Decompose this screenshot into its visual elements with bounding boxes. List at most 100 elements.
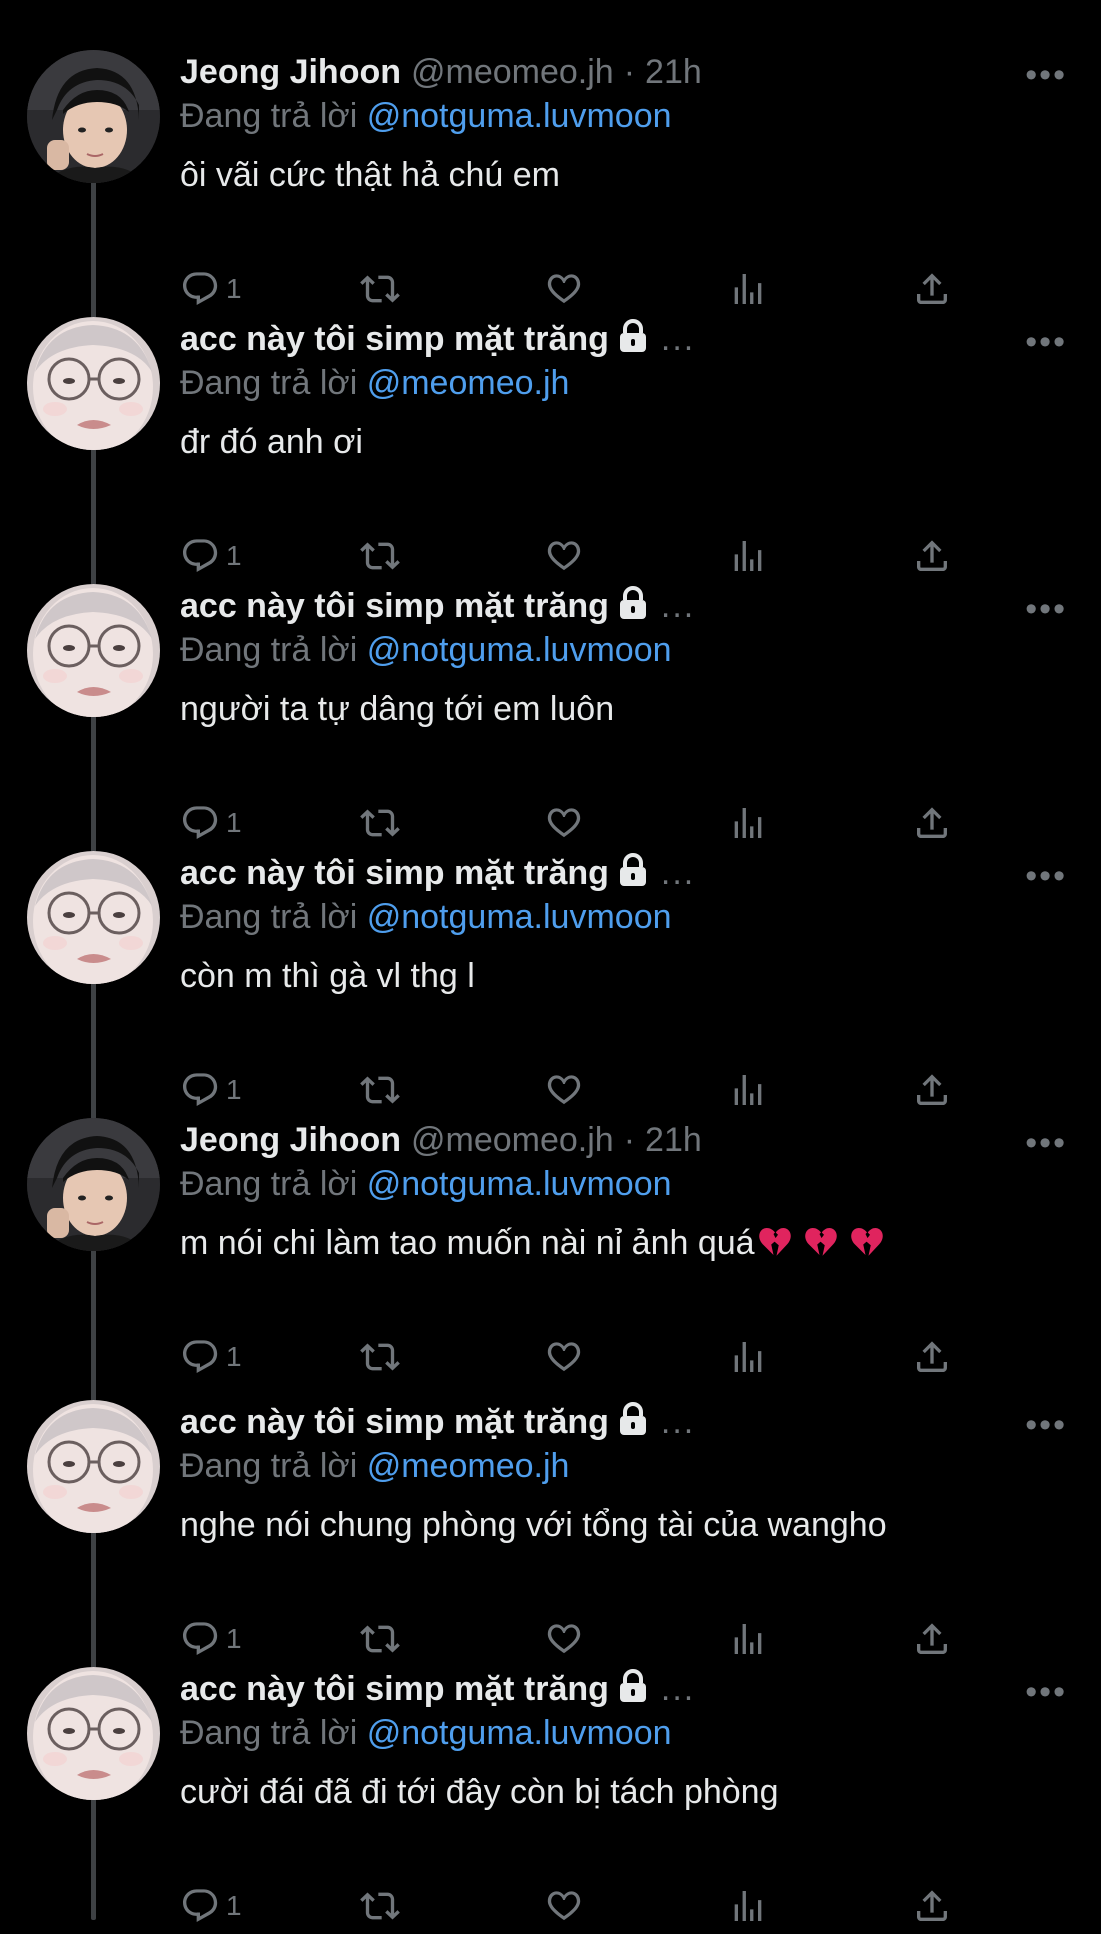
retweet-button[interactable] (360, 265, 400, 313)
like-button[interactable] (544, 1333, 584, 1381)
reply-icon (180, 1619, 220, 1659)
views-button[interactable] (728, 1882, 768, 1930)
share-icon (912, 803, 952, 843)
more-options-icon[interactable]: ••• (1025, 1675, 1067, 1709)
separator-dot: · (623, 53, 636, 91)
reply-to-handle[interactable]: @notguma.luvmoon (367, 898, 672, 936)
share-button[interactable] (912, 532, 952, 580)
display-name[interactable]: acc này tôi simp mặt trăng (180, 1403, 609, 1441)
share-button[interactable] (912, 1066, 952, 1114)
views-button[interactable] (728, 1333, 768, 1381)
retweet-button[interactable] (360, 1333, 400, 1381)
more-options-icon[interactable]: ••• (1025, 859, 1067, 893)
heart-icon (544, 536, 584, 576)
display-name[interactable]: Jeong Jihoon (180, 53, 401, 91)
share-button[interactable] (912, 1333, 952, 1381)
reply-button[interactable]: 1 (180, 1882, 242, 1930)
more-options-icon[interactable]: ••• (1025, 592, 1067, 626)
replying-to: Đang trả lời @meomeo.jh (180, 361, 569, 405)
display-name[interactable]: acc này tôi simp mặt trăng (180, 320, 609, 358)
avatar[interactable] (27, 584, 160, 717)
like-button[interactable] (544, 1615, 584, 1663)
more-options-icon[interactable]: ••• (1025, 58, 1067, 92)
avatar[interactable] (27, 1400, 160, 1533)
bar-chart-icon (728, 1619, 768, 1659)
views-button[interactable] (728, 532, 768, 580)
share-icon (912, 1886, 952, 1926)
timestamp[interactable]: 21h (645, 53, 702, 91)
reply-icon (180, 536, 220, 576)
share-button[interactable] (912, 1615, 952, 1663)
replying-to-label: Đang trả lời (180, 631, 358, 669)
retweet-icon (360, 1886, 400, 1926)
display-name[interactable]: Jeong Jihoon (180, 1121, 401, 1159)
views-button[interactable] (728, 1615, 768, 1663)
like-button[interactable] (544, 1066, 584, 1114)
display-name[interactable]: acc này tôi simp mặt trăng (180, 1670, 609, 1708)
share-button[interactable] (912, 265, 952, 313)
bar-chart-icon (728, 1337, 768, 1377)
retweet-icon (360, 1619, 400, 1659)
retweet-button[interactable] (360, 1615, 400, 1663)
reply-to-handle[interactable]: @notguma.luvmoon (367, 1165, 672, 1203)
tweet-text: đr đó anh ơi (180, 423, 363, 461)
tweet[interactable]: acc này tôi simp mặt trăng... ••• Đang trả… (0, 317, 1101, 584)
retweet-button[interactable] (360, 532, 400, 580)
more-options-icon[interactable]: ••• (1025, 1126, 1067, 1160)
reply-button[interactable]: 1 (180, 265, 242, 313)
lock-icon (617, 853, 649, 895)
like-button[interactable] (544, 1882, 584, 1930)
username[interactable]: @meomeo.jh (411, 53, 614, 91)
reply-to-handle[interactable]: @meomeo.jh (367, 1447, 570, 1485)
tweet-text-container: đr đó anh ơi (180, 420, 363, 464)
reply-icon (180, 269, 220, 309)
retweet-button[interactable] (360, 1066, 400, 1114)
tweet-text: ôi vãi cức thật hả chú em (180, 156, 560, 194)
reply-to-handle[interactable]: @notguma.luvmoon (367, 97, 672, 135)
share-button[interactable] (912, 1882, 952, 1930)
tweet-text-container: còn m thì gà vl thg l (180, 954, 475, 998)
retweet-button[interactable] (360, 799, 400, 847)
reply-button[interactable]: 1 (180, 1066, 242, 1114)
views-button[interactable] (728, 799, 768, 847)
display-name[interactable]: acc này tôi simp mặt trăng (180, 587, 609, 625)
avatar[interactable] (27, 50, 160, 183)
username[interactable]: @meomeo.jh (411, 1121, 614, 1159)
replying-to-label: Đang trả lời (180, 1165, 358, 1203)
avatar[interactable] (27, 1118, 160, 1251)
tweet[interactable]: acc này tôi simp mặt trăng... ••• Đang trả… (0, 851, 1101, 1118)
reply-to-handle[interactable]: @notguma.luvmoon (367, 631, 672, 669)
views-button[interactable] (728, 1066, 768, 1114)
more-options-icon[interactable]: ••• (1025, 1408, 1067, 1442)
reply-button[interactable]: 1 (180, 799, 242, 847)
reply-icon (180, 1886, 220, 1926)
tweet[interactable]: acc này tôi simp mặt trăng... ••• Đang trả… (0, 584, 1101, 851)
heart-icon (544, 1070, 584, 1110)
more-options-icon[interactable]: ••• (1025, 325, 1067, 359)
like-button[interactable] (544, 532, 584, 580)
tweet[interactable]: Jeong Jihoon @meomeo.jh · 21h ••• Đang trả lờ… (0, 1118, 1101, 1385)
tweet-actions: 1 (180, 1615, 980, 1663)
like-button[interactable] (544, 799, 584, 847)
reply-button[interactable]: 1 (180, 1615, 242, 1663)
avatar[interactable] (27, 317, 160, 450)
avatar[interactable] (27, 1667, 160, 1800)
share-button[interactable] (912, 799, 952, 847)
retweet-button[interactable] (360, 1882, 400, 1930)
views-button[interactable] (728, 265, 768, 313)
display-name[interactable]: acc này tôi simp mặt trăng (180, 854, 609, 892)
reply-to-handle[interactable]: @meomeo.jh (367, 364, 570, 402)
avatar[interactable] (27, 851, 160, 984)
reply-button[interactable]: 1 (180, 1333, 242, 1381)
reply-to-handle[interactable]: @notguma.luvmoon (367, 1714, 672, 1752)
tweet[interactable]: acc này tôi simp mặt trăng... ••• Đang trả… (0, 1667, 1101, 1934)
bar-chart-icon (728, 1070, 768, 1110)
tweet[interactable]: Jeong Jihoon @meomeo.jh · 21h ••• Đang trả lờ… (0, 50, 1101, 317)
tweet[interactable]: acc này tôi simp mặt trăng... ••• Đang trả… (0, 1400, 1101, 1667)
tweet-text: cười đái đã đi tới đây còn bị tách phòng (180, 1773, 779, 1811)
share-icon (912, 1619, 952, 1659)
timestamp[interactable]: 21h (645, 1121, 702, 1159)
replying-to-label: Đang trả lời (180, 97, 358, 135)
like-button[interactable] (544, 265, 584, 313)
reply-button[interactable]: 1 (180, 532, 242, 580)
